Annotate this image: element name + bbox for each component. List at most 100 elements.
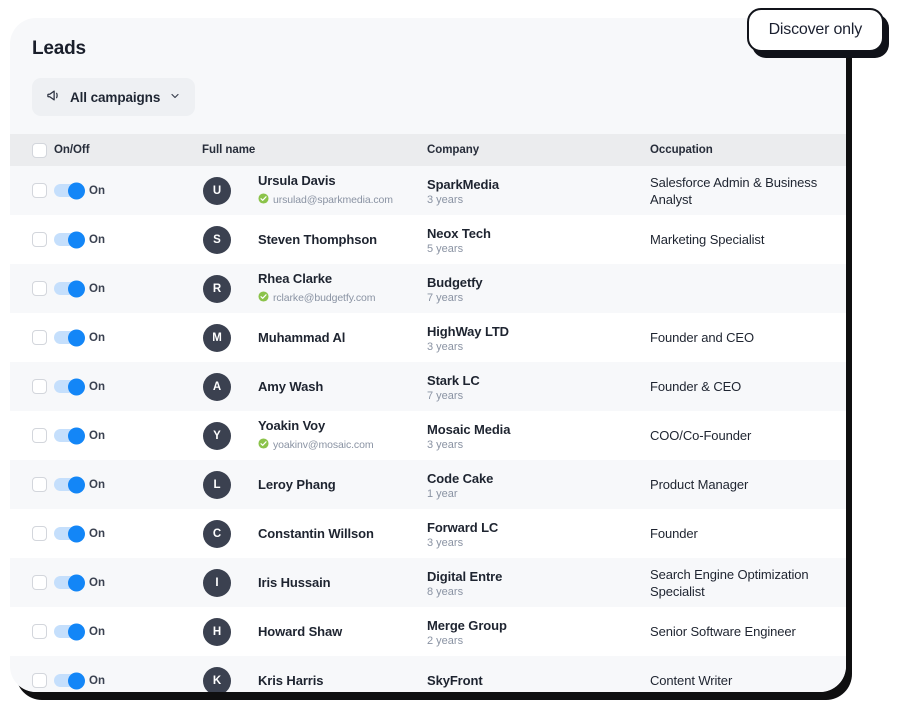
screenshot-root: Leads All campaigns On/Off Full name Com… — [0, 0, 900, 710]
select-all-checkbox[interactable] — [32, 142, 47, 158]
row-fullname-cell: Y Yoakin Voy yoakinv@mosaic.com — [202, 417, 427, 454]
company-tenure: 3 years — [427, 536, 464, 549]
table-row[interactable]: On K Kris Harris SkyFront Content Writer — [10, 656, 846, 692]
table-row[interactable]: On H Howard Shaw Merge Group 2 years Senior S… — [10, 607, 846, 656]
table-row[interactable]: On M Muhammad Al HighWay LTD 3 years Founder … — [10, 313, 846, 362]
toggle-state-label: On — [89, 233, 105, 246]
row-company-cell: Neox Tech 5 years — [427, 225, 650, 255]
row-checkbox[interactable] — [32, 379, 47, 394]
row-company-cell: Forward LC 3 years — [427, 519, 650, 549]
lead-email: ursulad@sparkmedia.com — [273, 194, 393, 206]
table-row[interactable]: On S Steven Thomphson Neox Tech 5 years Marke… — [10, 215, 846, 264]
toggle-wrapper: On — [54, 672, 202, 689]
company-name: SparkMedia — [427, 176, 499, 192]
row-checkbox[interactable] — [32, 624, 47, 639]
row-occupation-cell: Search Engine Optimization Specialist — [650, 566, 846, 600]
table-row[interactable]: On I Iris Hussain Digital Entre 8 years Searc… — [10, 558, 846, 607]
lead-enabled-toggle[interactable] — [54, 574, 85, 591]
row-fullname-cell: C Constantin Willson — [202, 519, 427, 548]
row-select-cell — [10, 232, 54, 247]
name-block: Howard Shaw — [231, 623, 342, 640]
all-campaigns-dropdown[interactable]: All campaigns — [32, 78, 196, 116]
lead-name: Ursula Davis — [258, 173, 336, 188]
table-row[interactable]: On C Constantin Willson Forward LC 3 years Fo… — [10, 509, 846, 558]
toggle-state-label: On — [89, 478, 105, 491]
lead-enabled-toggle[interactable] — [54, 280, 85, 297]
lead-enabled-toggle[interactable] — [54, 623, 85, 640]
lead-enabled-toggle[interactable] — [54, 672, 85, 689]
toggle-wrapper: On — [54, 329, 202, 346]
company-tenure: 3 years — [427, 438, 464, 451]
occupation: Founder — [650, 526, 698, 541]
lead-enabled-toggle[interactable] — [54, 182, 85, 199]
row-checkbox[interactable] — [32, 281, 47, 296]
lead-email: rclarke@budgetfy.com — [273, 292, 376, 304]
lead-enabled-toggle[interactable] — [54, 476, 85, 493]
lead-enabled-toggle[interactable] — [54, 378, 85, 395]
row-fullname-cell: I Iris Hussain — [202, 568, 427, 597]
occupation: Product Manager — [650, 477, 749, 492]
row-select-cell — [10, 575, 54, 590]
row-checkbox[interactable] — [32, 526, 47, 541]
table-row[interactable]: On L Leroy Phang Code Cake 1 year Product Man… — [10, 460, 846, 509]
lead-email: yoakinv@mosaic.com — [273, 439, 374, 451]
toggle-wrapper: On — [54, 525, 202, 542]
company-name: Forward LC — [427, 519, 499, 535]
toggle-state-label: On — [89, 184, 105, 197]
row-company-cell: HighWay LTD 3 years — [427, 323, 650, 353]
occupation: Senior Software Engineer — [650, 624, 796, 639]
column-header-fullname: Full name — [202, 144, 256, 156]
name-block: Leroy Phang — [231, 476, 336, 493]
row-checkbox[interactable] — [32, 330, 47, 345]
filter-toolbar: All campaigns — [32, 62, 824, 134]
table-row[interactable]: On R Rhea Clarke rclarke@budgetfy.com Budget… — [10, 264, 846, 313]
name-block: Amy Wash — [231, 378, 323, 395]
row-fullname-cell: M Muhammad Al — [202, 323, 427, 352]
toggle-knob — [68, 574, 85, 591]
table-row[interactable]: On Y Yoakin Voy yoakinv@mosaic.com Mosaic Me… — [10, 411, 846, 460]
lead-enabled-toggle[interactable] — [54, 525, 85, 542]
verified-check-icon — [258, 436, 269, 454]
row-checkbox[interactable] — [32, 477, 47, 492]
company-tenure: 3 years — [427, 193, 464, 206]
row-checkbox[interactable] — [32, 183, 47, 198]
row-checkbox[interactable] — [32, 575, 47, 590]
row-fullname-cell: U Ursula Davis ursulad@sparkmedia.com — [202, 172, 427, 209]
row-checkbox[interactable] — [32, 232, 47, 247]
avatar: Y — [203, 421, 231, 450]
table-row[interactable]: On A Amy Wash Stark LC 7 years Founder & CEO — [10, 362, 846, 411]
toggle-knob — [68, 280, 85, 297]
lead-enabled-toggle[interactable] — [54, 329, 85, 346]
company-tenure: 2 years — [427, 634, 464, 647]
lead-enabled-toggle[interactable] — [54, 231, 85, 248]
row-onoff-cell: On — [54, 231, 202, 248]
lead-enabled-toggle[interactable] — [54, 427, 85, 444]
row-onoff-cell: On — [54, 476, 202, 493]
row-select-cell — [10, 428, 54, 443]
avatar: K — [203, 666, 231, 692]
occupation: Content Writer — [650, 673, 733, 688]
column-header-occupation: Occupation — [650, 144, 713, 156]
company-name: Digital Entre — [427, 568, 503, 584]
row-onoff-cell: On — [54, 525, 202, 542]
toggle-wrapper: On — [54, 574, 202, 591]
company-tenure: 3 years — [427, 340, 464, 353]
row-fullname-cell: L Leroy Phang — [202, 470, 427, 499]
table-body: On U Ursula Davis ursulad@sparkmedia.com Spa… — [10, 166, 846, 692]
row-fullname-cell: H Howard Shaw — [202, 617, 427, 646]
lead-name: Kris Harris — [258, 673, 324, 688]
lead-name: Rhea Clarke — [258, 271, 333, 286]
avatar: L — [203, 470, 231, 499]
row-checkbox[interactable] — [32, 673, 47, 688]
lead-name: Steven Thomphson — [258, 232, 378, 247]
row-company-cell: Mosaic Media 3 years — [427, 421, 650, 451]
table-row[interactable]: On U Ursula Davis ursulad@sparkmedia.com Spa… — [10, 166, 846, 215]
name-block: Yoakin Voy yoakinv@mosaic.com — [231, 417, 374, 454]
table-header-row: On/Off Full name Company Occupation — [10, 134, 846, 166]
toggle-knob — [68, 182, 85, 199]
row-onoff-cell: On — [54, 427, 202, 444]
avatar: U — [203, 176, 231, 205]
row-checkbox[interactable] — [32, 428, 47, 443]
row-company-cell: SkyFront — [427, 672, 650, 689]
toggle-knob — [68, 672, 85, 689]
